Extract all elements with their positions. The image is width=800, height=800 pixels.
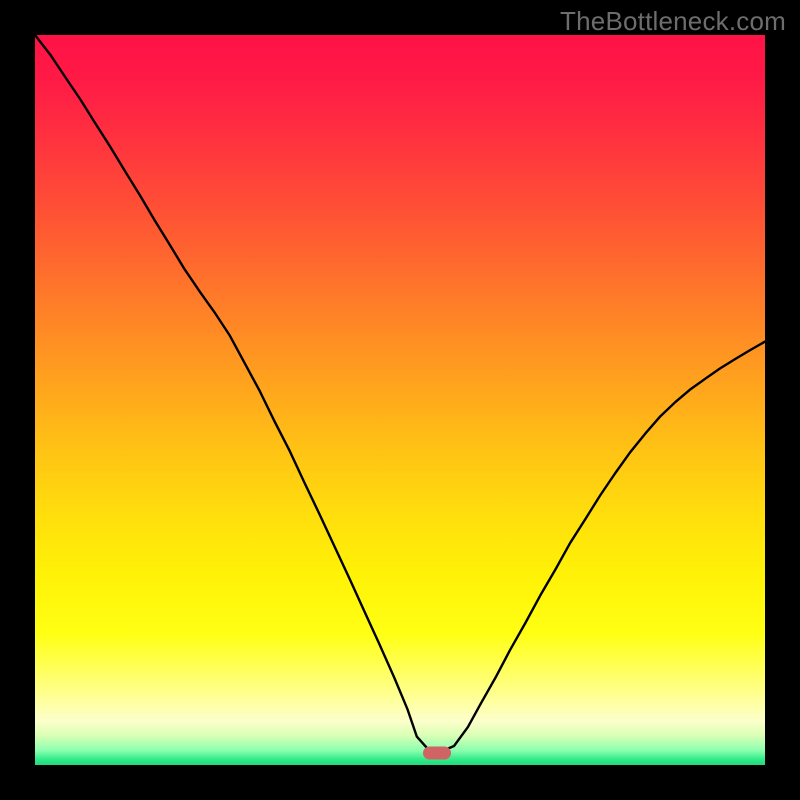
watermark-text: TheBottleneck.com <box>560 6 786 37</box>
plot-area <box>35 35 765 765</box>
bottleneck-curve <box>35 35 765 765</box>
minimum-marker-pill <box>423 746 451 759</box>
chart-frame: TheBottleneck.com <box>0 0 800 800</box>
